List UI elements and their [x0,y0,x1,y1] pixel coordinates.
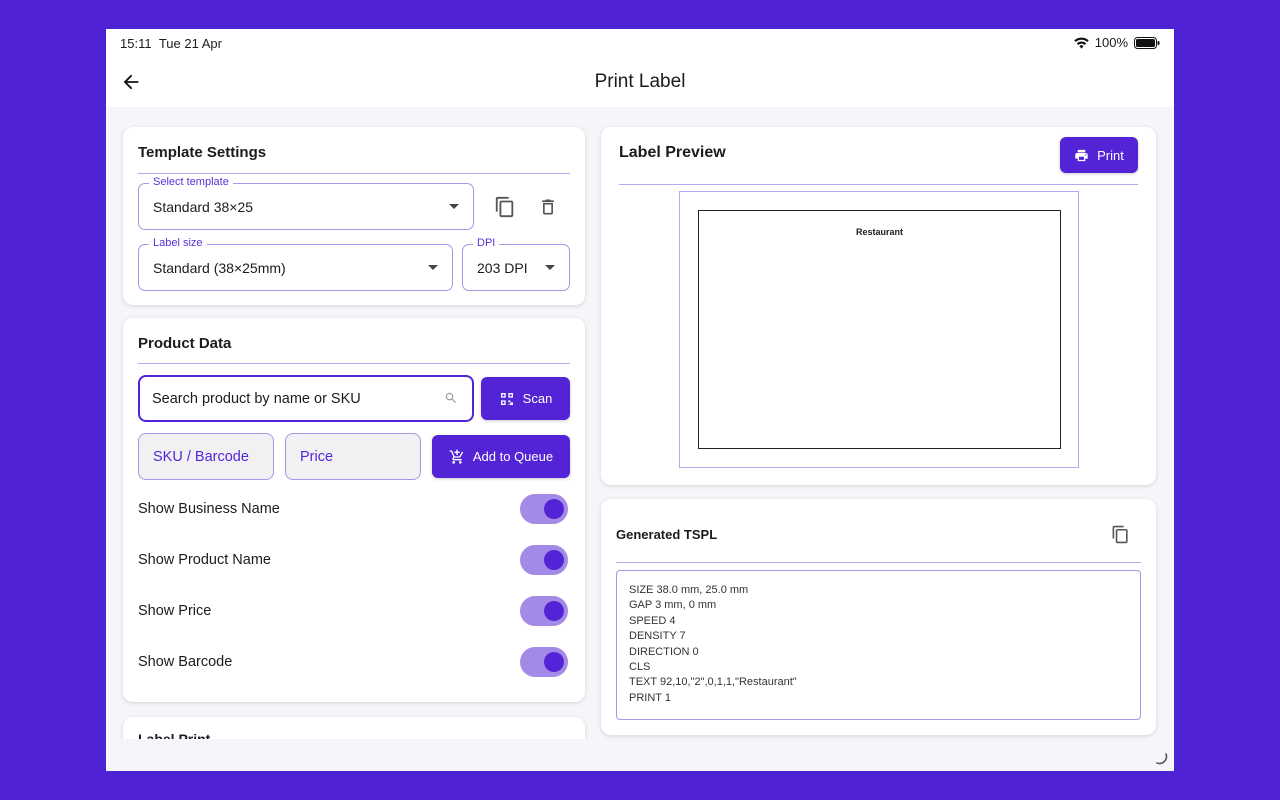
price-input[interactable]: Price [285,433,421,480]
sku-barcode-input[interactable]: SKU / Barcode [138,433,274,480]
app-bar: Print Label [106,57,1174,107]
label-size-value: Standard (38×25mm) [153,260,286,276]
sku-placeholder: SKU / Barcode [153,449,249,465]
scan-button[interactable]: Scan [481,377,570,420]
add-to-queue-button[interactable]: Add to Queue [432,435,570,478]
tspl-line: SIZE 38.0 mm, 25.0 mm [629,584,749,596]
dpi-dropdown[interactable]: DPI 203 DPI [462,237,570,291]
generated-tspl-title: Generated TSPL [616,527,718,542]
tspl-line: DENSITY 7 [629,630,686,643]
select-template-label: Select template [149,176,233,188]
product-name-switch[interactable] [520,545,568,575]
label-preview-frame: Restaurant [679,191,1079,468]
barcode-switch[interactable] [520,647,568,677]
chevron-down-icon [449,204,459,209]
chevron-down-icon [545,265,555,270]
toggle-label: Show Product Name [138,552,271,568]
status-bar: 15:11 Tue 21 Apr 100% [106,29,1174,57]
add-cart-icon [449,449,464,464]
copy-tspl-button[interactable] [1107,521,1133,547]
divider [619,184,1138,185]
toggle-price-row: Show Price [138,596,568,626]
delete-template-button[interactable] [535,194,561,220]
switch-knob [544,652,564,672]
qr-scan-icon [500,392,513,405]
template-settings-card: Template Settings Select template Standa… [123,127,585,305]
dpi-label: DPI [473,237,500,249]
page-title: Print Label [594,71,686,92]
toggle-business-name-row: Show Business Name [138,494,568,524]
tspl-line: GAP 3 mm, 0 mm [629,599,717,612]
toggle-label: Show Business Name [138,501,280,517]
switch-knob [544,550,564,570]
copy-icon [1112,525,1128,543]
bottom-strip [106,739,1174,771]
status-right: 100% [1074,35,1160,50]
loading-spinner-icon [1156,753,1168,765]
toggle-label: Show Barcode [138,654,233,670]
tspl-line: PRINT 1 [629,691,671,704]
chevron-down-icon [428,265,438,270]
label-preview-card: Label Preview Print Restaurant [601,127,1156,485]
select-template-dropdown[interactable]: Select template Standard 38×25 [138,176,474,230]
tspl-line: DIRECTION 0 [629,645,699,658]
device-screen: 15:11 Tue 21 Apr 100% Print Label Templa… [106,29,1174,771]
divider [138,363,570,364]
trash-icon [542,199,554,215]
price-placeholder: Price [300,449,334,465]
label-size-label: Label size [149,237,207,249]
print-label: Print [1097,147,1124,163]
tspl-code-box[interactable]: SIZE 38.0 mm, 25.0 mm GAP 3 mm, 0 mm SPE… [616,570,1141,720]
product-data-title: Product Data [138,335,232,352]
business-name-switch[interactable] [520,494,568,524]
wifi-icon [1074,37,1089,49]
select-template-value: Standard 38×25 [153,199,254,215]
toggle-product-name-row: Show Product Name [138,545,568,575]
product-data-card: Product Data Search product by name or S… [123,318,585,702]
toggle-label: Show Price [138,603,212,619]
copy-icon [495,196,514,218]
battery-icon [1134,36,1160,49]
dpi-value: 203 DPI [477,260,528,276]
preview-business-name: Restaurant [855,227,903,237]
template-settings-title: Template Settings [138,144,267,161]
scan-label: Scan [522,391,553,406]
divider [616,562,1141,563]
product-search-input[interactable]: Search product by name or SKU [138,375,474,422]
switch-knob [544,499,564,519]
status-time-date: 15:11 Tue 21 Apr [120,36,222,51]
tspl-line: TEXT 92,10,"2",0,1,1,"Restaurant" [629,676,797,689]
label-size-dropdown[interactable]: Label size Standard (38×25mm) [138,237,453,291]
search-icon [445,392,456,403]
print-button[interactable]: Print [1060,137,1138,173]
switch-knob [544,601,564,621]
copy-template-button[interactable] [492,194,518,220]
battery-percent: 100% [1094,35,1128,50]
price-switch[interactable] [520,596,568,626]
generated-tspl-card: Generated TSPL SIZE 38.0 mm, 25.0 mm GAP… [601,499,1156,735]
toggle-barcode-row: Show Barcode [138,647,568,677]
search-placeholder: Search product by name or SKU [152,391,361,407]
label-preview-title: Label Preview [619,144,726,161]
tspl-line: CLS [629,661,651,674]
label-preview-canvas: Restaurant [698,210,1061,449]
add-to-queue-label: Add to Queue [472,449,554,464]
tspl-line: SPEED 4 [629,614,676,627]
printer-icon [1075,149,1088,161]
divider [138,173,570,174]
